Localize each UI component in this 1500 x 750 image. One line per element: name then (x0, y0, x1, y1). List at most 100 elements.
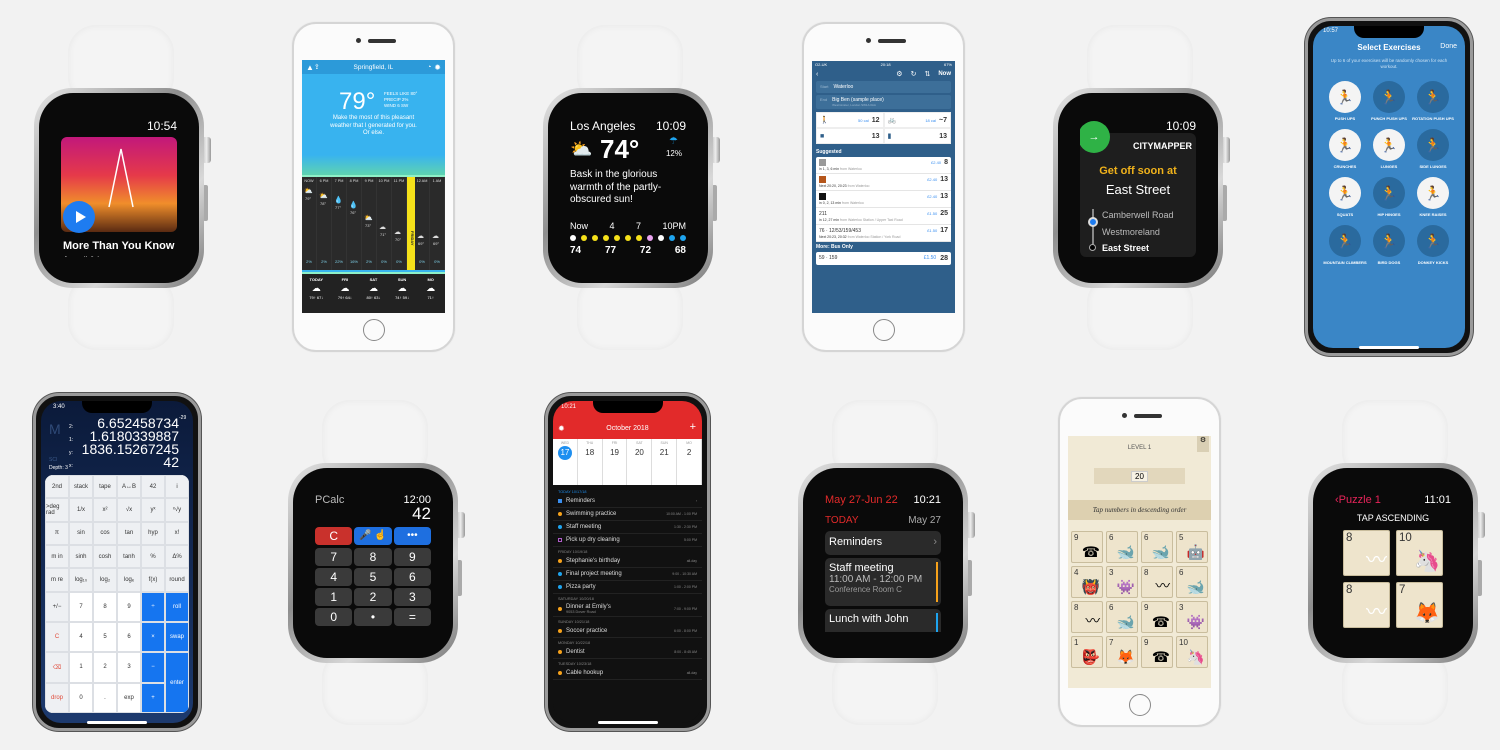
play-button[interactable] (63, 201, 95, 233)
more-button[interactable]: ••• (393, 527, 431, 545)
day-cell[interactable]: FRI 19 (603, 439, 628, 485)
radar-icon[interactable]: ◔ (427, 64, 431, 71)
exercise-item[interactable]: 🏃 CRUNCHES (1323, 129, 1367, 169)
calc-key[interactable]: x² (93, 498, 117, 522)
calc-key[interactable]: log₂ (93, 568, 117, 592)
route-row[interactable]: £2.40 13 Next 20:20, 20:23 from Waterloo (816, 174, 951, 191)
puzzle-tile[interactable]: 4 👹 (1071, 566, 1103, 598)
calc-key[interactable]: enter (165, 652, 189, 713)
event-row[interactable]: Soccer practice 6:00 - 8:00 PM (553, 625, 702, 638)
calc-key[interactable]: tan (117, 521, 141, 545)
mic-icon[interactable]: 🎤 (359, 530, 371, 541)
route-row[interactable]: 76 · 12/53/159/453 £1.50 17 Next 20:23, 20:… (816, 225, 951, 242)
route-row[interactable]: £2.40 13 in 0, 2, 13 min from Waterloo (816, 191, 951, 208)
day-cell[interactable]: WED 17 (553, 439, 578, 485)
puzzle-tile[interactable]: 9 ☎ (1071, 531, 1103, 563)
calc-key[interactable]: 2 (93, 652, 117, 683)
puzzle-tile[interactable]: 5 🤖 (1176, 531, 1208, 563)
puzzle-tile[interactable]: 9 ☎ (1141, 636, 1173, 668)
daily-forecast[interactable]: TODAY ☁ 79↑ 67↓ FRI ☁ 79↑ 64↓ SAT ☁ 80↑ 63↓ SUN ☁ 7… (302, 272, 445, 313)
puzzle-tile[interactable]: 6 🐋 (1141, 531, 1173, 563)
calc-key[interactable]: roll (165, 591, 189, 622)
day-column[interactable]: SAT ☁ 80↑ 63↓ (359, 274, 388, 313)
hour-column[interactable]: 6 PM ⛅ 78° 2% (317, 177, 332, 270)
calc-key[interactable]: 1/x (69, 498, 93, 522)
calc-key[interactable]: f(x) (141, 568, 165, 592)
puzzle-tile[interactable]: 9 ☎ (1141, 601, 1173, 633)
exercise-item[interactable]: 🏃 SIDE LUNGES (1411, 129, 1455, 169)
calc-key[interactable]: m in (45, 544, 69, 569)
puzzle-tile[interactable]: 7 🦊 (1396, 582, 1443, 628)
calc-key[interactable]: 1 (69, 652, 93, 683)
exercise-item[interactable]: 🏃 BIRD DOGS (1367, 225, 1411, 265)
calc-key[interactable]: 7 (69, 591, 93, 622)
calc-key[interactable]: 8 (93, 591, 117, 622)
exercise-item[interactable]: 🏃 KNEE RAISES (1411, 177, 1455, 217)
start-field[interactable]: Start Waterloo (816, 81, 951, 93)
exercise-item[interactable]: 🏃 DONKEY KICKS (1411, 225, 1455, 265)
home-button[interactable] (1128, 694, 1151, 716)
refresh-icon[interactable]: ↻ (911, 70, 917, 78)
input-mode-buttons[interactable]: 🎤 ☝ (354, 527, 392, 545)
puzzle-tile[interactable]: 8 〰 (1071, 601, 1103, 633)
calc-key[interactable]: 4 (315, 568, 353, 586)
calc-key[interactable]: ⌫ (45, 652, 69, 683)
home-button[interactable] (362, 319, 385, 341)
calc-key[interactable]: >deg rad (45, 498, 69, 522)
event-row[interactable]: Dentist 8:00 - 8:45 AM (553, 646, 702, 659)
puzzle-tile[interactable]: 10 🦄 (1176, 636, 1208, 668)
puzzle-tile[interactable]: 6 🐋 (1176, 566, 1208, 598)
calc-key[interactable]: = (393, 608, 431, 626)
calc-key[interactable]: log₁₀ (69, 568, 93, 592)
exercise-item[interactable]: 🏃 PUSH UPS (1323, 81, 1367, 121)
day-cell[interactable]: SAT 20 (627, 439, 653, 485)
event-row[interactable]: Reminders › (553, 495, 702, 508)
puzzle-tile[interactable]: 6 🐋 (1106, 601, 1138, 633)
hour-column[interactable]: 12 AM ☁ 69° 0% (415, 177, 430, 270)
quick-option[interactable]: ■ 13 (816, 128, 884, 144)
calc-key[interactable]: 5 (354, 568, 392, 586)
calc-key[interactable]: A↔B (117, 475, 141, 499)
hour-column[interactable]: 1 AM ☁ 69° 0% (430, 177, 445, 270)
hour-column[interactable]: 11 PM ☁ 70° 0% (392, 177, 407, 270)
calc-key[interactable]: i (165, 475, 189, 499)
puzzle-tile[interactable]: 8 〰 (1343, 582, 1390, 628)
exercise-item[interactable]: 🏃 SQUATS (1323, 177, 1367, 217)
time-select[interactable]: Now (938, 71, 951, 77)
hour-column[interactable]: 10 PM ☁ 71° 0% (377, 177, 392, 270)
calc-key[interactable]: √x (117, 498, 141, 522)
back-icon[interactable]: ‹ (816, 71, 818, 78)
puzzle-tile[interactable]: 1 👺 (1071, 636, 1103, 668)
back-button[interactable]: ‹Puzzle 1 (1335, 494, 1381, 506)
calc-key[interactable]: × (141, 621, 165, 653)
quick-option[interactable]: ▮ 13 (883, 128, 951, 144)
alert-icon[interactable]: ▲ (306, 63, 314, 72)
calc-key[interactable]: logₑ (117, 568, 141, 592)
calc-key[interactable]: +/− (45, 591, 69, 622)
day-ticker[interactable]: WED 17 THU 18 FRI 19 SAT 20 SUN 21 MO 2 (553, 439, 702, 485)
calc-key[interactable]: 6 (393, 568, 431, 586)
puzzle-tile[interactable]: 6 🐋 (1106, 531, 1138, 563)
calc-key[interactable]: hyp (141, 521, 165, 545)
puzzle-tile[interactable]: 10 🦄 (1396, 530, 1443, 576)
month-title[interactable]: October 2018 (553, 425, 702, 432)
hour-column[interactable]: 9 PM ⛅ 73° 2% (362, 177, 377, 270)
route-row[interactable]: 211 £1.50 25 in 12, 27 min from Waterloo St… (816, 208, 951, 225)
calc-key[interactable]: cosh (93, 544, 117, 569)
event-row[interactable]: Pick up dry cleaning 5:00 PM (553, 534, 702, 547)
calc-key[interactable]: drop (45, 682, 69, 713)
calc-key[interactable]: exp (117, 682, 141, 713)
done-button[interactable]: Done (1440, 43, 1457, 50)
route-row[interactable]: £2.40 8 in 1, 3, 6 min from Waterloo (816, 157, 951, 174)
exercise-item[interactable]: 🏃 PUNCH PUSH UPS (1367, 81, 1411, 121)
calc-key[interactable]: 9 (117, 591, 141, 622)
route-row[interactable]: 59 · 159 £1.50 28 (816, 252, 951, 265)
calc-key[interactable]: 8 (354, 548, 392, 566)
calc-key[interactable]: swap (165, 621, 189, 653)
calc-key[interactable]: 6 (117, 621, 141, 653)
puzzle-tile[interactable]: 8 〰 (1141, 566, 1173, 598)
calc-key[interactable]: 1 (315, 588, 353, 606)
calc-key[interactable]: ˣ√y (165, 498, 189, 522)
day-column[interactable]: FRI ☁ 79↑ 64↓ (331, 274, 360, 313)
puzzle-tile[interactable]: 7 🦊 (1106, 636, 1138, 668)
